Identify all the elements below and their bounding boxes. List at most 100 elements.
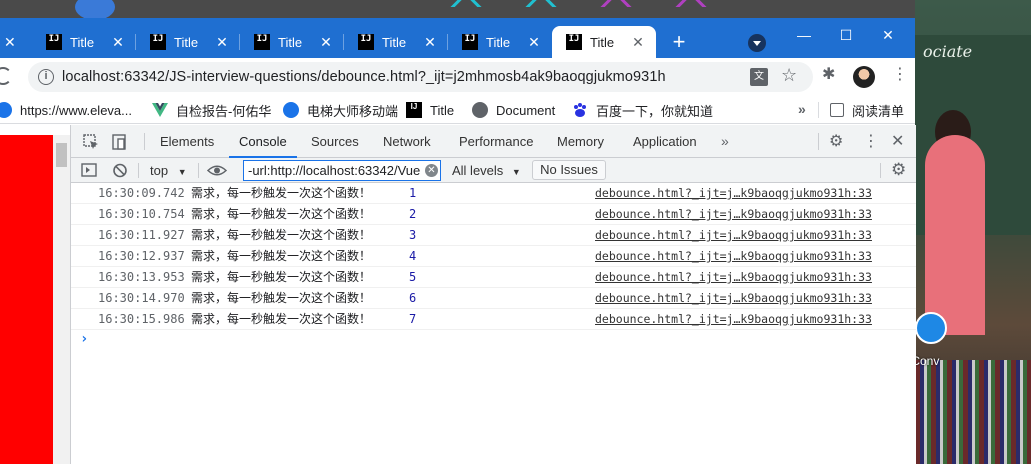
- console-filter-input[interactable]: -url:http://localhost:63342/Vue: [243, 160, 441, 181]
- clear-console-icon[interactable]: [112, 158, 128, 183]
- intellij-icon: IJ: [254, 34, 270, 50]
- globe-icon: [0, 102, 12, 118]
- reload-icon[interactable]: [0, 67, 12, 85]
- bookmark-item[interactable]: IJ Title: [406, 101, 454, 119]
- desktop-convert-icon[interactable]: [915, 312, 947, 344]
- browser-tab[interactable]: IJ Title ✕: [32, 26, 136, 58]
- device-toolbar-icon[interactable]: [111, 134, 127, 150]
- reading-list-icon: [830, 103, 844, 117]
- divider: [198, 163, 199, 178]
- bookmark-label: 电梯大师移动端: [307, 103, 399, 119]
- close-icon[interactable]: ✕: [318, 34, 334, 50]
- devtools-tabbar: Elements Console Sources Network Perform…: [71, 125, 916, 158]
- console-message: 16:30:13.953 需求，每一秒触发一次这个函数！ 5 debounce.…: [71, 267, 916, 288]
- tab-performance[interactable]: Performance: [459, 125, 533, 158]
- browser-tab-active[interactable]: IJ Title ✕: [552, 26, 656, 58]
- tab-memory[interactable]: Memory: [557, 125, 604, 158]
- reading-list[interactable]: 阅读清单: [830, 101, 904, 119]
- settings-gear-icon[interactable]: ⚙: [829, 125, 843, 158]
- log-source-link[interactable]: debounce.html?_ijt=j…k9baoqgjukmo931h:33: [595, 183, 872, 204]
- context-selector[interactable]: top ▼: [150, 158, 187, 183]
- browser-menu-icon[interactable]: ⋮: [892, 67, 908, 83]
- inspect-icon[interactable]: [83, 134, 99, 150]
- log-source-link[interactable]: debounce.html?_ijt=j…k9baoqgjukmo931h:33: [595, 225, 872, 246]
- bookmark-item[interactable]: 电梯大师移动端: [283, 101, 398, 119]
- console-settings-gear-icon[interactable]: ⚙: [891, 161, 906, 179]
- close-icon[interactable]: ✕: [630, 34, 646, 50]
- person: [925, 135, 985, 335]
- browser-tab[interactable]: IJ Title ✕: [448, 26, 552, 58]
- maximize-button[interactable]: ☐: [826, 22, 866, 48]
- eye-icon[interactable]: [206, 158, 228, 183]
- intellij-icon: IJ: [406, 102, 422, 118]
- close-icon[interactable]: ✕: [110, 34, 126, 50]
- info-icon[interactable]: i: [38, 69, 54, 85]
- close-icon[interactable]: ✕: [4, 34, 16, 51]
- devtools-menu-icon[interactable]: ⋮: [863, 125, 879, 158]
- url-text[interactable]: localhost:63342/JS-interview-questions/d…: [62, 69, 666, 85]
- close-icon[interactable]: ✕: [214, 34, 230, 50]
- clear-filter-icon[interactable]: ✕: [425, 164, 438, 177]
- issues-button[interactable]: No Issues: [532, 160, 606, 180]
- tab-application[interactable]: Application: [633, 125, 697, 158]
- log-timestamp: 16:30:15.986: [98, 312, 185, 326]
- log-source-link[interactable]: debounce.html?_ijt=j…k9baoqgjukmo931h:33: [595, 267, 872, 288]
- devtools-panel: Elements Console Sources Network Perform…: [70, 125, 916, 464]
- log-value: 2: [409, 207, 417, 221]
- log-text: 需求，每一秒触发一次这个函数！: [191, 270, 372, 284]
- intellij-icon: IJ: [150, 34, 166, 50]
- console-message: 16:30:12.937 需求，每一秒触发一次这个函数！ 4 debounce.…: [71, 246, 916, 267]
- tab-title: Title: [278, 34, 303, 50]
- browser-tab[interactable]: IJ Title ✕: [344, 26, 448, 58]
- log-timestamp: 16:30:14.970: [98, 291, 185, 305]
- log-text: 需求，每一秒触发一次这个函数！: [191, 249, 372, 263]
- extensions-icon[interactable]: ✱: [822, 67, 838, 83]
- log-source-link[interactable]: debounce.html?_ijt=j…k9baoqgjukmo931h:33: [595, 246, 872, 267]
- window-close-button[interactable]: ✕: [868, 22, 908, 48]
- log-timestamp: 16:30:12.937: [98, 249, 185, 263]
- log-levels-dropdown[interactable]: All levels ▼: [452, 158, 521, 183]
- address-bar[interactable]: i localhost:63342/JS-interview-questions…: [28, 62, 813, 92]
- new-tab-button[interactable]: +: [666, 30, 692, 56]
- bookmark-item[interactable]: 百度一下，你就知道: [572, 101, 713, 119]
- log-source-link[interactable]: debounce.html?_ijt=j…k9baoqgjukmo931h:33: [595, 204, 872, 225]
- context-value: top: [150, 163, 169, 178]
- tab-title: Title: [174, 34, 199, 50]
- log-source-link[interactable]: debounce.html?_ijt=j…k9baoqgjukmo931h:33: [595, 309, 872, 330]
- log-source-link[interactable]: debounce.html?_ijt=j…k9baoqgjukmo931h:33: [595, 288, 872, 309]
- bookmark-item[interactable]: 自检报告-何佑华: [152, 101, 271, 119]
- baidu-icon: [572, 102, 588, 118]
- close-icon[interactable]: ✕: [422, 34, 438, 50]
- sidebar-toggle-icon[interactable]: [81, 158, 97, 183]
- tab-console[interactable]: Console: [229, 125, 297, 158]
- chevron-down-icon: ▼: [511, 167, 521, 177]
- bookmark-star-icon[interactable]: ☆: [781, 65, 797, 86]
- tab-network[interactable]: Network: [383, 125, 431, 158]
- tab-elements[interactable]: Elements: [160, 125, 214, 158]
- browser-tab[interactable]: IJ Title ✕: [136, 26, 240, 58]
- desktop-app-icon: [75, 0, 115, 20]
- avatar[interactable]: [853, 66, 875, 88]
- page-scrollbar[interactable]: [53, 135, 70, 464]
- bookmark-label: https://www.eleva...: [20, 102, 132, 118]
- browser-tab[interactable]: IJ Title ✕: [240, 26, 344, 58]
- close-devtools-icon[interactable]: ✕: [891, 125, 904, 158]
- bookmarks-overflow-icon[interactable]: »: [798, 101, 806, 117]
- console-prompt[interactable]: ›: [80, 331, 88, 347]
- minimize-button[interactable]: —: [784, 22, 824, 48]
- translate-icon[interactable]: 文: [750, 68, 768, 86]
- close-icon[interactable]: ✕: [526, 34, 542, 50]
- bookmark-item[interactable]: https://www.eleva...: [0, 101, 132, 119]
- scrollbar-thumb[interactable]: [56, 143, 67, 167]
- intellij-icon: IJ: [46, 34, 62, 50]
- intellij-icon: IJ: [358, 34, 374, 50]
- tab-search-button[interactable]: [748, 34, 766, 52]
- divider: [880, 163, 881, 178]
- log-text: 需求，每一秒触发一次这个函数！: [191, 207, 372, 221]
- console-output: 16:30:09.742 需求，每一秒触发一次这个函数！ 1 debounce.…: [71, 183, 916, 464]
- more-tabs-icon[interactable]: »: [721, 125, 729, 158]
- tab-sources[interactable]: Sources: [311, 125, 359, 158]
- divider: [818, 102, 819, 118]
- bookmark-item[interactable]: Document: [472, 101, 555, 119]
- log-value: 5: [409, 270, 417, 284]
